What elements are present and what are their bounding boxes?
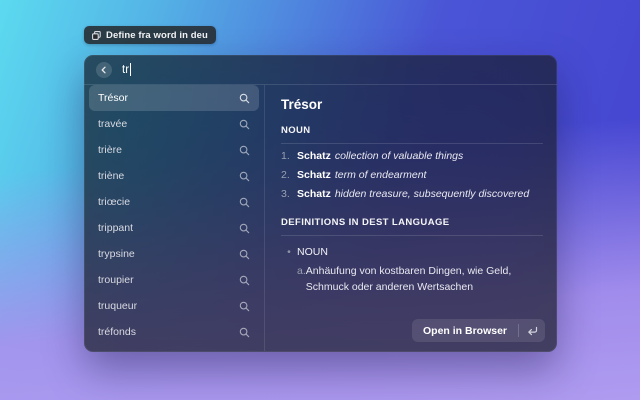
bullet-icon: •	[287, 246, 291, 259]
search-icon	[239, 301, 250, 312]
detail-pane: Trésor NOUN 1. Schatz collection of valua…	[265, 85, 557, 351]
result-row[interactable]: trippant	[89, 215, 259, 241]
dest-part-of-speech: NOUN	[297, 246, 328, 259]
translation-word: Schatz	[297, 150, 331, 162]
dest-language-heading: DEFINITIONS IN DEST LANGUAGE	[281, 217, 450, 229]
dest-pos-row: • NOUN	[281, 246, 543, 258]
result-label: tréfonds	[98, 326, 136, 338]
result-row[interactable]: triène	[89, 163, 259, 189]
definition-item: 1. Schatz collection of valuable things	[281, 150, 543, 163]
definition-gloss: collection of valuable things	[334, 150, 464, 162]
definition-number: 3.	[281, 188, 290, 201]
result-row[interactable]: Trésor	[89, 85, 259, 111]
result-label: trypsine	[98, 248, 135, 260]
definitions-list: 1. Schatz collection of valuable things 2…	[281, 150, 543, 201]
translation-word: Schatz	[297, 169, 331, 182]
result-label: Trésor	[98, 92, 128, 104]
result-row[interactable]: troupier	[89, 267, 259, 293]
definition-item: 2. Schatz term of endearment	[281, 169, 543, 182]
enter-key-icon	[519, 326, 545, 336]
open-in-browser-button[interactable]: Open in Browser	[411, 319, 545, 342]
definition-number: 2.	[281, 169, 290, 182]
results-list: Trésor travée trière triène triœcie trip…	[84, 85, 265, 351]
result-row[interactable]: travée	[89, 111, 259, 137]
command-badge: Define fra word in deu	[84, 26, 216, 44]
search-input-value: tr	[122, 63, 130, 76]
definition-number: 1.	[281, 150, 290, 162]
divider	[281, 143, 543, 144]
search-icon	[239, 119, 250, 130]
open-in-browser-label: Open in Browser	[422, 324, 507, 337]
text-caret	[130, 63, 132, 76]
result-label: trippant	[98, 222, 134, 234]
dest-definition-text: Anhäufung von kostbaren Dingen, wie Geld…	[305, 265, 512, 293]
definition-gloss: term of endearment	[334, 169, 427, 182]
part-of-speech-heading: NOUN	[281, 125, 311, 136]
command-badge-label: Define fra word in deu	[106, 29, 208, 41]
result-row[interactable]: triœcie	[89, 189, 259, 215]
result-label: triœcie	[98, 196, 131, 208]
window-copy-icon	[92, 30, 101, 40]
dest-definition-letter: a.	[297, 265, 306, 278]
result-row[interactable]: trière	[89, 137, 259, 163]
chevron-left-icon	[100, 61, 108, 79]
search-icon	[239, 197, 250, 208]
dest-definition-item: a. Anhäufung von kostbaren Dingen, wie G…	[297, 264, 543, 294]
search-input[interactable]: tr	[122, 63, 545, 76]
result-label: triène	[98, 170, 125, 182]
result-row[interactable]: tréfonds	[89, 319, 259, 345]
search-bar: tr	[84, 55, 557, 85]
result-label: trière	[98, 144, 122, 156]
search-icon	[239, 275, 250, 286]
search-icon	[239, 249, 250, 260]
definition-gloss: hidden treasure, subsequently discovered	[334, 188, 530, 201]
divider	[281, 235, 543, 237]
definition-item: 3. Schatz hidden treasure, subsequently d…	[281, 188, 543, 201]
back-button[interactable]	[96, 61, 112, 79]
translation-word: Schatz	[297, 188, 331, 201]
launcher-window: tr Trésor travée trière triène triœcie t…	[84, 55, 557, 352]
result-row[interactable]: trypsine	[89, 241, 259, 267]
search-icon	[239, 93, 250, 104]
search-icon	[239, 327, 250, 338]
entry-title: Trésor	[281, 97, 323, 112]
result-label: travée	[98, 118, 128, 130]
result-label: truqueur	[98, 300, 138, 312]
result-label: troupier	[98, 274, 134, 286]
search-icon	[239, 145, 250, 156]
result-row[interactable]: truqueur	[89, 293, 259, 319]
search-icon	[239, 223, 250, 234]
search-icon	[239, 171, 250, 182]
